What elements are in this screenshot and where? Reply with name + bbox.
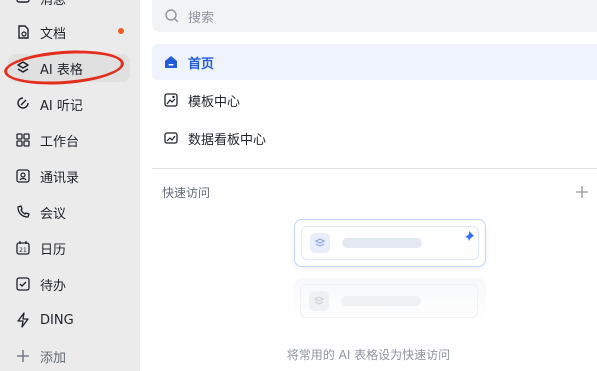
meeting-icon [14,203,32,221]
nav-label: 通讯录 [40,170,80,186]
chart-icon [162,129,180,147]
nav-label: 添加 [40,350,67,366]
svg-text:21: 21 [19,247,27,254]
todo-icon [14,275,32,293]
nav-label: 消息 [40,0,67,8]
placeholder-row [300,284,478,318]
search-input[interactable]: 搜索 [152,0,597,32]
plus-icon [576,186,588,198]
nav-item-workbench[interactable]: 工作台 [8,126,130,154]
quick-access-title: 快速访问 [162,186,211,200]
nav-item-meeting[interactable]: 会议 [8,198,130,226]
quick-access-placeholder-card [294,219,486,267]
unread-dot [118,28,124,34]
add-quick-access-button[interactable] [574,184,590,200]
nav-label: 文档 [40,26,67,42]
placeholder-bar [342,238,422,248]
nav-item-ai-note[interactable]: AI 听记 [8,90,130,118]
calendar-icon: 21 [14,239,32,257]
menu-item-dashboard[interactable]: 数据看板中心 [152,120,597,156]
ai-note-icon [14,95,32,113]
home-icon [162,53,180,71]
menu-label: 首页 [188,56,215,72]
template-icon [162,91,180,109]
nav-label: 待办 [40,278,67,294]
ai-table-logo-icon [310,233,330,253]
placeholder-bar [341,296,421,306]
quick-access-empty-hint: 将常用的 AI 表格设为快速访问 [286,348,451,362]
pin-icon [463,230,475,242]
ding-icon [14,311,32,329]
placeholder-row [301,226,479,260]
menu-label: 数据看板中心 [188,132,267,148]
quick-access-placeholder-card-faded [294,278,486,324]
nav-item-messages[interactable]: 消息 [8,0,130,12]
nav-item-documents[interactable]: 文档 [8,18,130,46]
ai-table-logo-icon [309,291,329,311]
nav-label: AI 表格 [40,62,83,78]
nav-label: 工作台 [40,134,80,150]
menu-item-home[interactable]: 首页 [152,44,597,80]
menu-label: 模板中心 [188,94,241,110]
nav-label: 会议 [40,206,67,222]
nav-label: DING [40,312,74,328]
menu-item-templates[interactable]: 模板中心 [152,82,597,118]
nav-item-ai-table[interactable]: AI 表格 [8,54,130,82]
nav-item-contacts[interactable]: 通讯录 [8,162,130,190]
nav-item-ding[interactable]: DING [8,306,130,334]
document-icon [14,23,32,41]
ai-table-icon [14,59,32,77]
nav-item-add[interactable]: 添加 [8,342,130,370]
nav-item-todo[interactable]: 待办 [8,270,130,298]
nav-label: 日历 [40,242,67,258]
contacts-icon [14,167,32,185]
workbench-icon [14,131,32,149]
nav-item-calendar[interactable]: 21 日历 [8,234,130,262]
message-icon [14,0,32,7]
nav-label: AI 听记 [40,98,83,114]
search-placeholder: 搜索 [188,10,215,26]
left-navigation: 消息 文档 AI 表格 AI 听记 工作台 通讯录 会议 21 日历 待办 DI… [0,0,140,371]
search-icon [164,8,180,24]
section-divider [152,168,597,169]
plus-icon [14,347,32,365]
